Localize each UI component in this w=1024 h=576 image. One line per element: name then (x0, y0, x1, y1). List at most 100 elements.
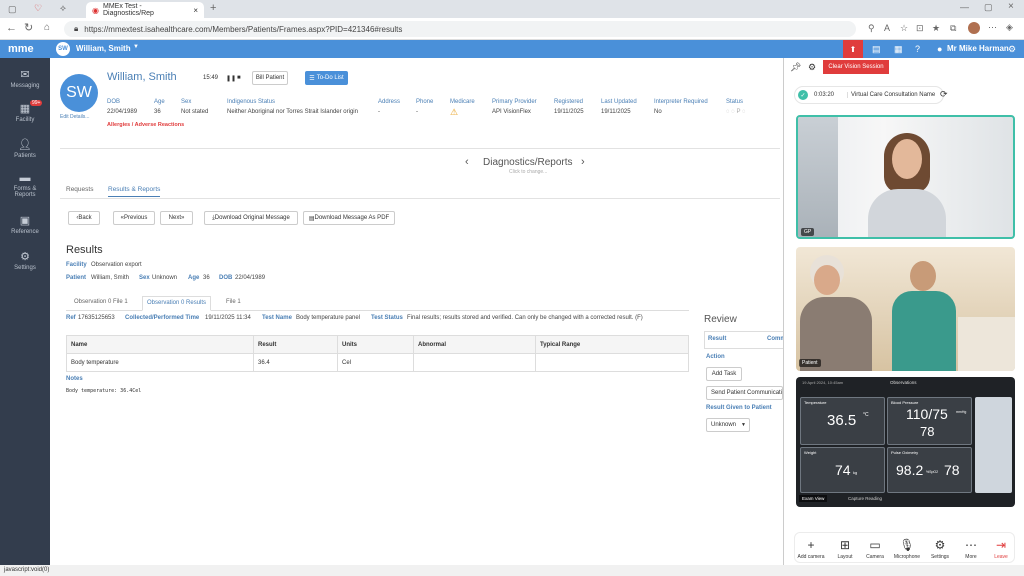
user-menu[interactable]: Mr Mike Harman (947, 44, 1009, 53)
testname-label: Test Name (262, 315, 292, 321)
reload-icon[interactable]: ↻ (24, 23, 33, 34)
sidebar-item-patients[interactable]: 👤︎ Patients (0, 138, 50, 159)
rocket-icon: ⬆ (849, 44, 857, 54)
previous-label: Previous (124, 215, 148, 221)
leave-button[interactable]: ⇥ Leave (986, 538, 1016, 560)
minimize-icon[interactable]: — (960, 3, 969, 12)
alert-button[interactable]: ⬆ (843, 40, 863, 58)
tab-sparkle-icon[interactable]: ⟡ (60, 4, 66, 13)
panel-settings-icon[interactable]: ⚙ (808, 63, 816, 72)
read-aloud-icon[interactable]: A (884, 24, 890, 33)
field-label: Address (378, 99, 401, 105)
extensions-icon[interactable]: ⚲ (868, 24, 875, 33)
video-tile-patient[interactable]: Patient (796, 247, 1015, 371)
reading-label: Weight (804, 450, 817, 455)
header-patient-name[interactable]: William, Smith (76, 44, 131, 53)
subtab-observation-file[interactable]: Observation 0 File 1 (74, 299, 128, 305)
pin-icon[interactable]: 📌︎ (790, 63, 801, 72)
url-field[interactable]: 🔒︎ https://mmextest.isahealthcare.com/Me… (64, 21, 856, 37)
next-button[interactable]: Next » (160, 211, 193, 225)
previous-button[interactable]: « Previous (113, 211, 155, 225)
favorite-icon[interactable]: ☆ (900, 24, 908, 33)
split-icon[interactable]: ⊡ (916, 24, 924, 33)
maximize-icon[interactable]: ▢ (984, 3, 993, 12)
field-value: API VisionFlex (492, 109, 531, 115)
prev-page-icon[interactable]: ‹ (465, 156, 469, 168)
field-value: 36 (154, 109, 161, 115)
patient-badge[interactable]: SW (56, 42, 70, 56)
subtab-file[interactable]: File 1 (226, 299, 241, 305)
sidebar-item-forms-reports[interactable]: ▬ Forms & Reports (0, 172, 50, 198)
column-header: Result (253, 335, 338, 354)
facility-badge: 99+ (30, 100, 43, 106)
add-camera-button[interactable]: + Add camera (796, 538, 826, 560)
reading-value: 36.5 (827, 412, 857, 429)
warning-icon[interactable]: ⚠ (450, 107, 458, 118)
todo-list-button[interactable]: ☰ To-Do List (305, 71, 348, 85)
microphone-button[interactable]: 🎙︎ Microphone (892, 538, 922, 560)
table-cell: 36.4 (253, 353, 338, 372)
sidebar-item-settings[interactable]: ⚙ Settings (0, 250, 50, 271)
next-label: Next (168, 215, 181, 221)
reading-value: 110/75 (906, 406, 948, 422)
notes-label: Notes (66, 376, 83, 382)
more-button[interactable]: ⋯ More (956, 538, 986, 560)
reading-tile: Blood Pressure 110/75 78 mmHg (887, 397, 972, 445)
tile-tag: GP (801, 228, 815, 236)
new-tab-icon[interactable]: + (210, 3, 216, 14)
field-label: DOB (107, 99, 121, 105)
camera-button[interactable]: ▭ Camera (860, 538, 890, 560)
calendar-icon[interactable]: ▦ (894, 45, 903, 54)
table-header-row: Name Result Units Abnormal Typical Range (66, 335, 689, 354)
teststatus-label: Test Status (371, 315, 403, 321)
reading-tile: Weight 74 kg (800, 447, 885, 493)
sidebar-item-messaging[interactable]: ✉ Messaging (0, 68, 50, 89)
body-shape (868, 189, 946, 237)
next-page-icon[interactable]: › (581, 156, 585, 168)
result-given-select[interactable]: Unknown ▼ (706, 418, 750, 432)
capture-reading-button[interactable]: Capture Reading (848, 496, 882, 501)
tab-requests[interactable]: Requests (66, 186, 93, 193)
window-menu-icon[interactable]: ▢ (8, 5, 17, 14)
sidebar-item-label: Patients (14, 153, 36, 159)
copilot-icon[interactable]: ◈ (1006, 23, 1013, 32)
sidebar-item-reference[interactable]: ▣ Reference (0, 214, 50, 235)
heart-icon[interactable]: ♡ (34, 4, 42, 13)
collections-icon[interactable]: ⧉ (950, 24, 956, 33)
profile-avatar[interactable] (968, 22, 980, 34)
home-icon[interactable]: ⌂ (44, 23, 50, 33)
sidebar-item-facility[interactable]: ▦ 99+ Facility (0, 100, 50, 123)
back-button[interactable]: ‹ Back (68, 211, 100, 225)
layout-button[interactable]: ⊞ Layout (830, 538, 860, 560)
bill-patient-button[interactable]: Bill Patient (252, 71, 288, 85)
notes-icon[interactable]: ▤ (872, 45, 881, 54)
close-tab-icon[interactable]: × (193, 6, 198, 15)
video-tile-exam[interactable]: 19 April 2024, 10:45am Observations Temp… (796, 377, 1015, 507)
download-pdf-button[interactable]: ▤ Download Message As PDF (303, 211, 395, 225)
help-icon[interactable]: ? (915, 45, 920, 54)
video-tile-gp[interactable]: GP (796, 115, 1015, 239)
browser-tab-active[interactable]: ◉ MMEx Test - Diagnostics/Rep × (86, 2, 204, 18)
settings-button[interactable]: ⚙ Settings (925, 538, 955, 560)
sync-icon[interactable]: ⟳ (940, 90, 948, 99)
favorites-bar-icon[interactable]: ★ (932, 24, 940, 33)
close-window-icon[interactable]: × (1008, 2, 1014, 12)
more-menu-icon[interactable]: ⋯ (988, 23, 997, 32)
sidebar-item-label: Forms & Reports (13, 186, 37, 198)
main-content: SW Edit Details... William, Smith 15:49 … (50, 58, 786, 565)
send-communication-button[interactable]: Send Patient Communicati (706, 386, 783, 400)
settings-header-icon[interactable]: ⚙ (1008, 45, 1016, 54)
back-arrow-icon[interactable]: ← (6, 23, 17, 34)
add-task-button[interactable]: Add Task (706, 367, 742, 381)
tab-results-reports[interactable]: Results & Reports (108, 186, 161, 197)
pause-icon[interactable]: ❚❚ (226, 75, 236, 82)
clear-vision-session-button[interactable]: Clear Vision Session (823, 60, 889, 74)
stop-icon[interactable]: ■ (237, 75, 241, 81)
result-given-label: Result Given to Patient (706, 405, 772, 411)
subtab-observation-results[interactable]: Observation 0 Results (142, 296, 212, 311)
edit-details-link[interactable]: Edit Details... (60, 114, 89, 120)
allergies-label[interactable]: Allergies / Adverse Reactions (107, 122, 184, 128)
window-background (798, 117, 838, 237)
download-original-button[interactable]: ⤓ Download Original Message (204, 211, 298, 225)
chevron-down-icon[interactable]: ▼ (133, 44, 139, 50)
